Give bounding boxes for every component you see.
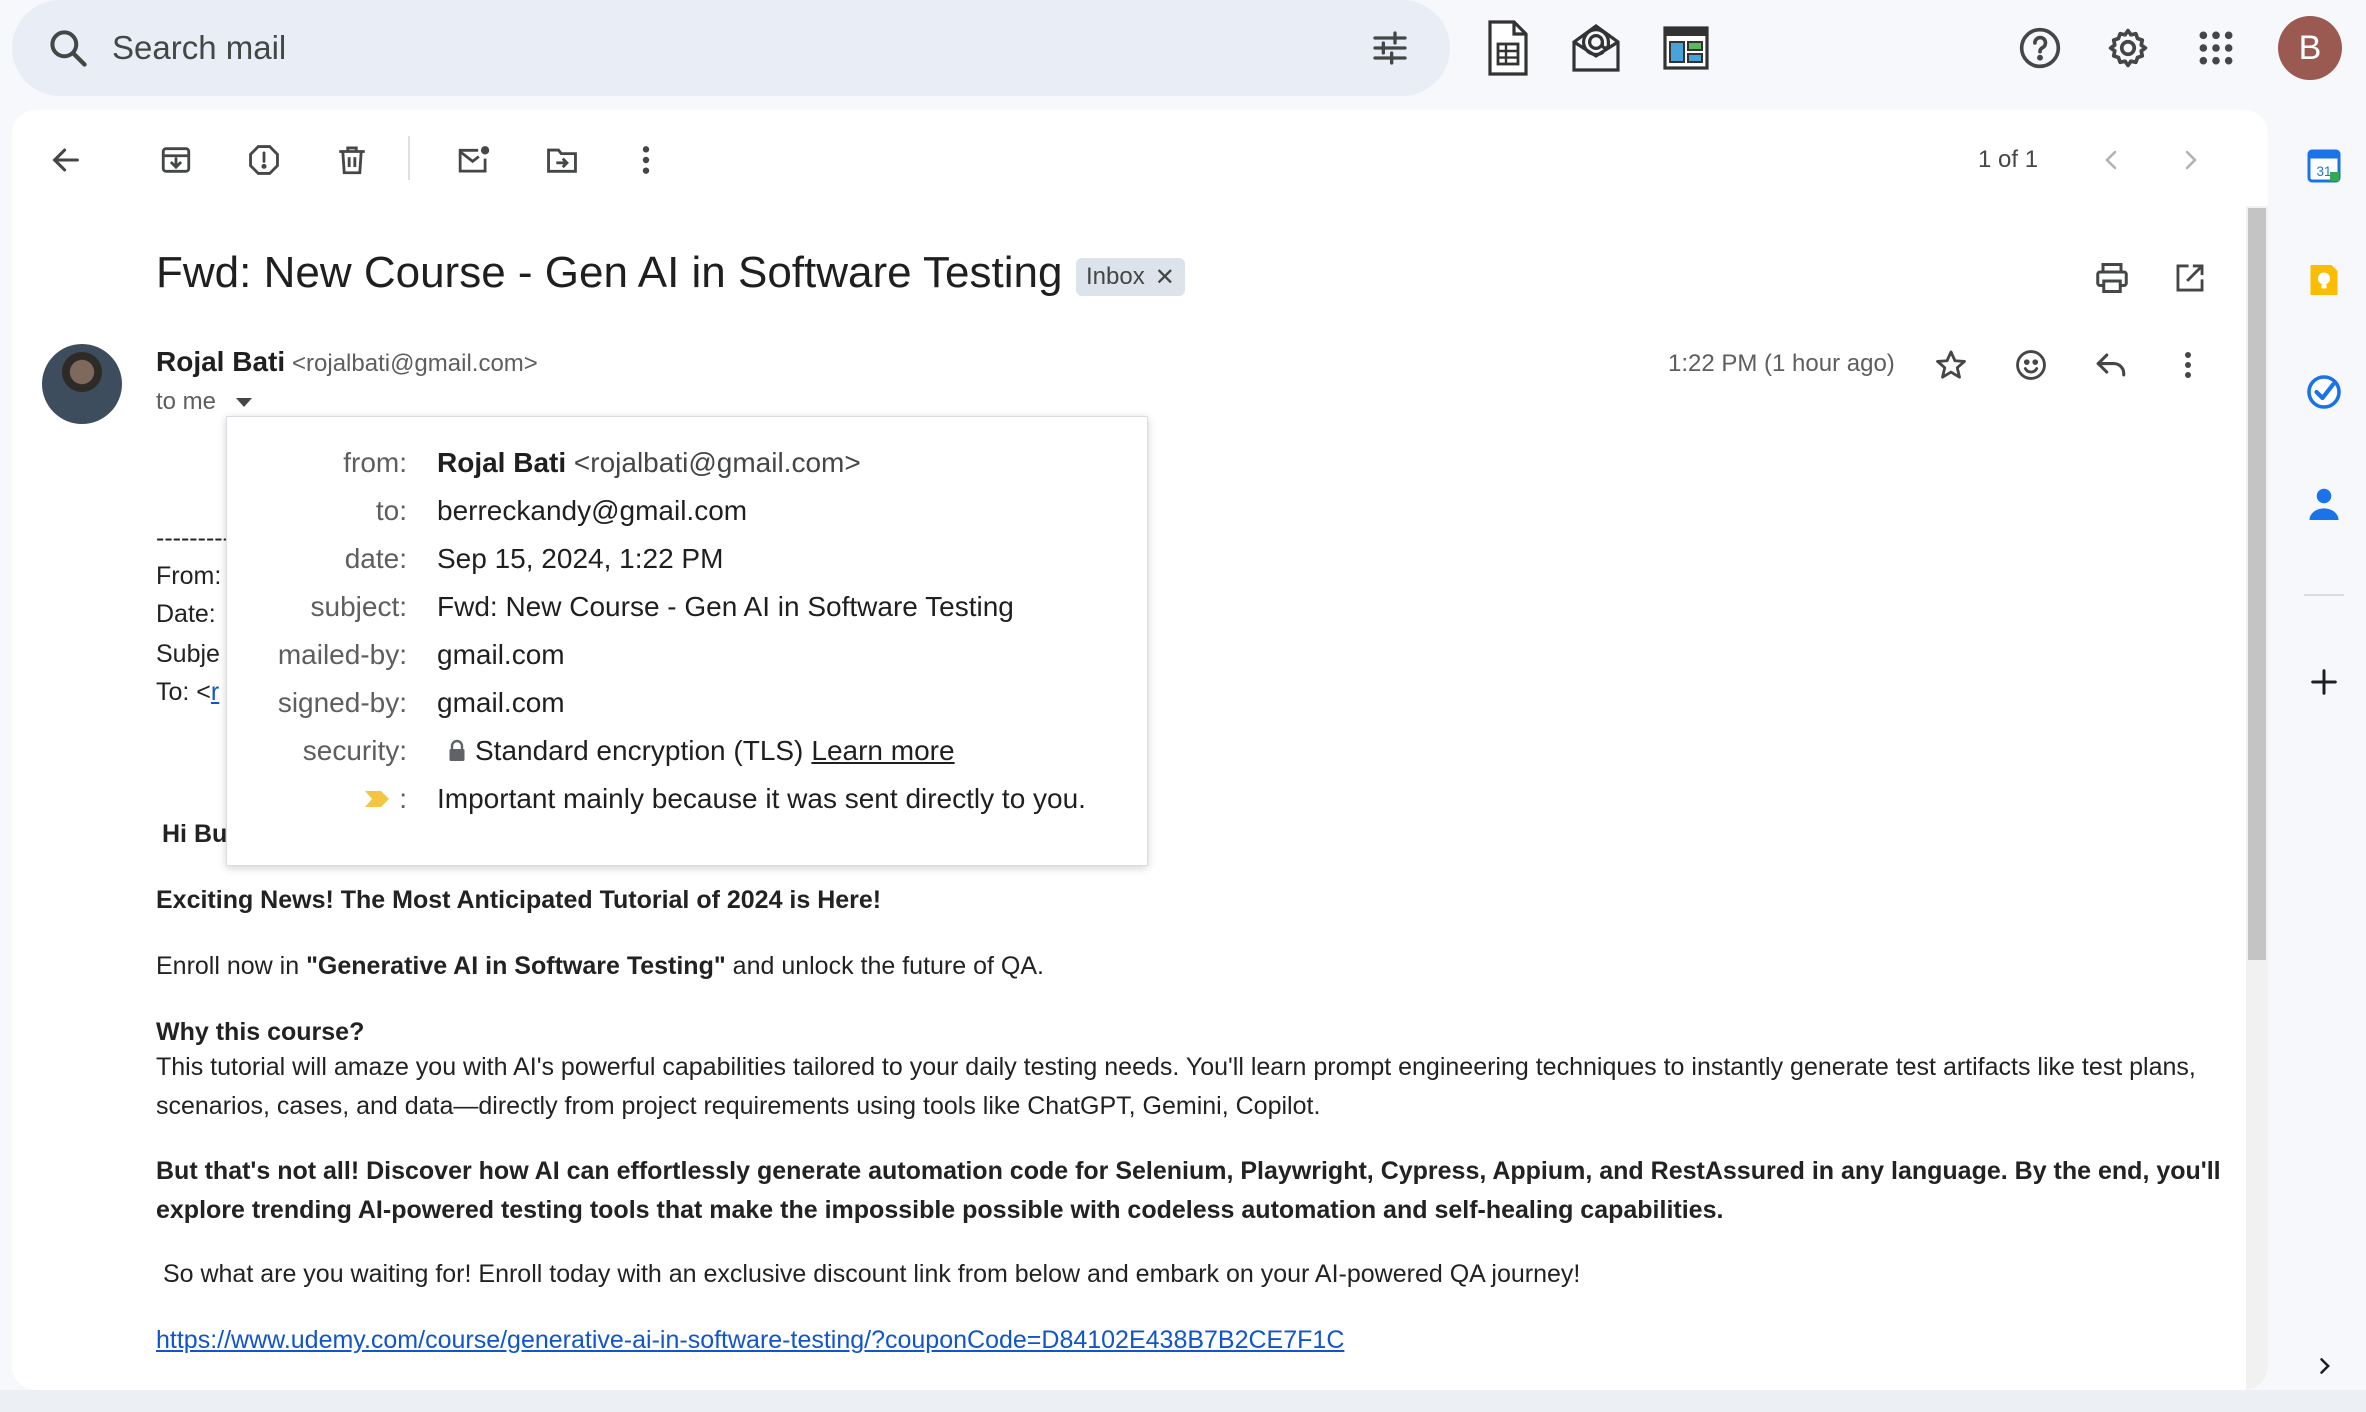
details-from-name: Rojal Bati	[437, 447, 567, 478]
details-security-label: security:	[302, 735, 407, 766]
settings-gear-icon[interactable]	[2102, 22, 2154, 74]
greeting-text: Hi Bu	[162, 820, 228, 848]
learn-more-link[interactable]: Learn more	[811, 735, 954, 767]
email-timestamp: 1:22 PM (1 hour ago)	[1668, 350, 1895, 377]
email-subject: Fwd: New Course - Gen AI in Software Tes…	[156, 248, 1063, 297]
search-options-icon[interactable]	[1366, 24, 1414, 72]
remove-label-close-icon[interactable]: ✕	[1155, 263, 1175, 292]
expand-side-panel-chevron-icon[interactable]	[2306, 1348, 2342, 1384]
forward-from-label: From:	[156, 562, 222, 590]
star-icon[interactable]	[1926, 340, 1976, 390]
details-subject-row: subject: Fwd: New Course - Gen AI in Sof…	[227, 591, 1147, 631]
cta-text: So what are you waiting for! Enroll toda…	[156, 1260, 1581, 1288]
enroll-post: and unlock the future of QA.	[725, 952, 1044, 980]
enroll-course-name: "Generative AI in Software Testing"	[306, 952, 726, 980]
tasks-app-icon[interactable]	[2304, 372, 2344, 412]
sender-avatar[interactable]	[42, 344, 122, 424]
search-input[interactable]	[112, 22, 1262, 74]
details-security-value: Standard encryption (TLS) Learn more	[447, 735, 955, 767]
side-rail-divider	[2304, 594, 2344, 596]
emoji-reaction-icon[interactable]	[2006, 340, 2056, 390]
reply-arrow-icon[interactable]	[2086, 340, 2136, 390]
keep-app-icon[interactable]	[2304, 260, 2344, 300]
details-importance-value: Important mainly because it was sent dir…	[437, 783, 1086, 814]
details-date-label: date:	[344, 543, 407, 574]
details-security-row: security: Standard encryption (TLS) Lear…	[227, 735, 1147, 775]
details-from-label: from:	[343, 447, 407, 478]
security-text: Standard encryption (TLS)	[475, 735, 804, 766]
print-icon[interactable]	[2086, 252, 2138, 304]
details-from-value: Rojal Bati <rojalbati@gmail.com>	[437, 447, 861, 479]
headline-text: Exciting News! The Most Anticipated Tuto…	[156, 886, 882, 914]
forward-to-link[interactable]: r	[211, 678, 219, 706]
forward-subject-label: Subje	[156, 640, 220, 668]
apps-grid-icon[interactable]	[2190, 22, 2242, 74]
details-importance-label: :	[363, 783, 407, 815]
layout-extension-icon[interactable]	[1658, 16, 1714, 80]
forward-date-label: Date:	[156, 600, 216, 628]
svg-text:31: 31	[2316, 164, 2331, 179]
details-signedby-label: signed-by:	[277, 687, 407, 718]
archive-icon[interactable]	[152, 136, 200, 184]
details-date-row: date: Sep 15, 2024, 1:22 PM	[227, 543, 1147, 583]
search-icon[interactable]	[46, 26, 90, 70]
pager-count: 1 of 1	[1978, 146, 2039, 173]
toolbar-divider	[408, 136, 410, 180]
importance-marker-icon	[363, 789, 391, 809]
mark-unread-icon[interactable]	[448, 136, 500, 184]
scrollbar-thumb[interactable]	[2248, 208, 2266, 960]
help-icon[interactable]	[2014, 22, 2066, 74]
details-signedby-row: signed-by: gmail.com	[227, 687, 1147, 727]
forward-to-prefix: To: <	[156, 678, 211, 706]
report-spam-icon[interactable]	[240, 136, 288, 184]
search-bar[interactable]	[12, 0, 1450, 96]
message-more-options-icon[interactable]	[2168, 340, 2208, 390]
enroll-pre: Enroll now in	[156, 952, 307, 980]
details-mailedby-value: gmail.com	[437, 639, 565, 670]
enroll-text: Enroll now in "Generative AI in Software…	[156, 952, 1044, 981]
show-details-caret-icon[interactable]	[228, 386, 260, 418]
inbox-label-chip[interactable]: Inbox ✕	[1076, 258, 1185, 296]
inbox-label-text: Inbox	[1086, 263, 1145, 290]
details-signedby-value: gmail.com	[437, 687, 565, 718]
sender-name: Rojal Bati	[156, 346, 286, 377]
mail-merge-extension-icon[interactable]	[1566, 16, 1626, 80]
lock-icon	[447, 739, 467, 763]
details-to-value: berreckandy@gmail.com	[437, 495, 748, 526]
move-to-folder-icon[interactable]	[536, 136, 588, 184]
delete-trash-icon[interactable]	[328, 136, 376, 184]
why-paragraph: This tutorial will amaze you with AI's p…	[156, 1053, 2196, 1120]
details-to-label: to:	[375, 495, 407, 526]
forward-separator: ---------	[156, 524, 231, 552]
recipient-summary: to me	[156, 388, 217, 415]
importance-colon: :	[399, 783, 407, 814]
bottom-edge	[0, 1390, 2366, 1412]
details-importance-row: : Important mainly because it was sent d…	[227, 783, 1147, 823]
forward-to-label: To: <r	[156, 678, 219, 707]
open-new-window-icon[interactable]	[2164, 252, 2216, 304]
details-subject-label: subject:	[310, 591, 408, 622]
message-details-popup: from: Rojal Bati <rojalbati@gmail.com> t…	[226, 416, 1148, 866]
details-to-row: to: berreckandy@gmail.com	[227, 495, 1147, 535]
back-arrow-icon[interactable]	[42, 136, 90, 184]
why-heading: Why this course?	[156, 1018, 365, 1046]
newer-chevron-left-icon[interactable]	[2092, 140, 2132, 180]
contacts-app-icon[interactable]	[2304, 484, 2344, 524]
sheets-extension-icon[interactable]	[1480, 16, 1536, 80]
older-chevron-right-icon[interactable]	[2170, 140, 2210, 180]
details-mailedby-row: mailed-by: gmail.com	[227, 639, 1147, 679]
course-link[interactable]: https://www.udemy.com/course/generative-…	[156, 1326, 1344, 1355]
details-from-row: from: Rojal Bati <rojalbati@gmail.com>	[227, 447, 1147, 487]
more-paragraph: But that's not all! Discover how AI can …	[156, 1157, 2221, 1224]
calendar-app-icon[interactable]: 31	[2304, 146, 2344, 186]
details-date-value: Sep 15, 2024, 1:22 PM	[437, 543, 724, 574]
details-mailedby-label: mailed-by:	[277, 639, 407, 670]
more-options-icon[interactable]	[626, 136, 666, 184]
details-from-email: <rojalbati@gmail.com>	[573, 447, 861, 478]
sender-email: <rojalbati@gmail.com>	[292, 350, 538, 377]
account-avatar[interactable]: B	[2278, 16, 2342, 80]
add-addon-plus-icon[interactable]	[2304, 662, 2344, 702]
details-subject-value: Fwd: New Course - Gen AI in Software Tes…	[437, 591, 1014, 622]
